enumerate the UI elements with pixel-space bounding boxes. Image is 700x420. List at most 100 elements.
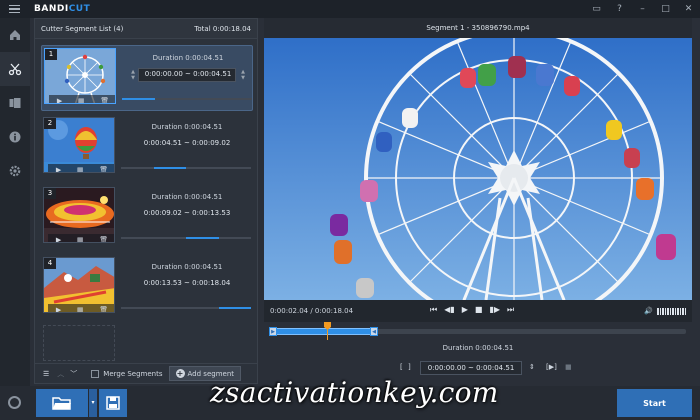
prev-frame-icon[interactable]: ◀▮ [444, 305, 455, 315]
bandicut-window: BANDICUT ▭ ? – □ ✕ Cutter Segment List (… [0, 0, 700, 420]
playback-controls: 0:00:02.04 / 0:00:18.04 ⏮ ◀▮ ▶ ■ ▮▶ ⏭ 🔊 [264, 300, 692, 322]
skip-to-end-icon[interactable]: ⏭ [507, 305, 514, 315]
delete-icon[interactable]: 🗑 [100, 97, 109, 103]
segment-range: 0:00:13.53 ~ 0:00:18.04 [143, 279, 231, 287]
sidebar-item-home[interactable] [0, 18, 30, 52]
close-icon[interactable]: ✕ [677, 0, 700, 18]
segment-thumbnail[interactable]: 3 ▶ ▦ 🗑 [43, 187, 115, 243]
split-icon[interactable]: ■ [565, 363, 572, 371]
end-handle[interactable]: ◀ [370, 327, 378, 336]
sidebar [0, 18, 30, 420]
selected-duration: Duration 0:00:04.51 [442, 344, 514, 352]
sidebar-item-joiner[interactable] [0, 86, 30, 120]
segment-thumbnail[interactable]: 1 ▶ ▦ 🗑 [44, 48, 116, 104]
segment-item-1[interactable]: 1 ▶ ▦ 🗑 Duration 0:00:04.51 ▲ ▼ 0:00:00.00 … [41, 45, 253, 111]
segment-item-3[interactable]: 3 ▶ ▦ 🗑 Duration 0:00:04.51 0:00:09.02 ~ 0… [41, 185, 253, 251]
info-icon [9, 131, 21, 143]
video-title: Segment 1 - 350896790.mp4 [426, 24, 530, 32]
save-button[interactable] [99, 389, 127, 417]
volume-icon[interactable]: 🔊 [644, 307, 653, 315]
end-spinner[interactable]: ▲ ▼ [238, 68, 248, 82]
segment-range: 0:00:09.02 ~ 0:00:13.53 [143, 209, 231, 217]
delete-icon[interactable]: 🗑 [99, 306, 108, 312]
sidebar-item-settings[interactable] [0, 154, 30, 188]
menu-icon[interactable] [0, 0, 28, 18]
play-icon[interactable]: ▶ [462, 305, 468, 315]
save-icon [106, 396, 120, 410]
stop-icon[interactable]: ■ [475, 305, 483, 315]
segment-number: 4 [44, 258, 56, 269]
open-folder-icon [52, 397, 71, 410]
segment-position-fill [153, 167, 186, 169]
segment-item-4[interactable]: 4 ▶ ▦ 🗑 Duration 0:00:04.51 0:00:13.53 ~ 0… [41, 255, 253, 321]
segment-position-bar [122, 98, 252, 100]
video-title-bar: Segment 1 - 350896790.mp4 [264, 18, 692, 38]
total-duration: Total 0:00:18.04 [194, 24, 251, 33]
grid-icon[interactable]: ▦ [77, 306, 84, 312]
set-start-bracket-icon[interactable]: [ [400, 363, 403, 371]
segment-list-title: Cutter Segment List (4) [41, 24, 124, 33]
merge-segments-checkbox[interactable] [91, 369, 100, 378]
segment-range-editor[interactable]: 0:00:00.00 ~ 0:00:04.51 [420, 361, 522, 375]
segment-thumbnail[interactable]: 2 ▶ ▦ 🗑 [43, 117, 115, 173]
segment-number: 3 [44, 188, 56, 199]
set-start-icon[interactable]: ] [408, 363, 411, 371]
grid-icon[interactable]: ▦ [77, 166, 84, 172]
delete-icon[interactable]: 🗑 [99, 166, 108, 172]
list-view-icon[interactable]: ☰ [43, 370, 49, 378]
play-icon[interactable]: ▶ [56, 306, 61, 312]
play-icon[interactable]: ▶ [56, 236, 61, 242]
watermark: zsactivationkey.com [210, 376, 499, 409]
grid-icon[interactable]: ▦ [77, 236, 84, 242]
timecode: 0:00:02.04 / 0:00:18.04 [270, 307, 354, 315]
segment-position-fill [186, 237, 219, 239]
grid-icon[interactable]: ▦ [78, 97, 85, 103]
play-icon[interactable]: ▶ [56, 166, 61, 172]
segment-number: 1 [45, 49, 57, 60]
title-bar: BANDICUT ▭ ? – □ ✕ [0, 0, 700, 18]
segment-list-panel: Cutter Segment List (4) Total 0:00:18.04… [34, 18, 258, 384]
volume-slider[interactable] [657, 307, 686, 315]
delete-icon[interactable]: 🗑 [99, 236, 108, 242]
home-icon [10, 30, 20, 40]
joiner-icon [9, 98, 21, 108]
segment-duration: Duration 0:00:04.51 [151, 123, 223, 131]
help-icon[interactable]: ? [608, 0, 631, 18]
set-end-icon[interactable]: [▶] [546, 363, 557, 371]
segment-item-2[interactable]: 2 ▶ ▦ 🗑 Duration 0:00:04.51 0:00:04.51 ~ 0… [41, 115, 253, 181]
move-down-icon[interactable]: ﹀ [70, 369, 77, 379]
play-icon[interactable]: ▶ [57, 97, 62, 103]
video-preview[interactable] [264, 38, 692, 300]
record-icon[interactable] [8, 396, 21, 409]
segment-duration: Duration 0:00:04.51 [152, 54, 224, 62]
segment-duration: Duration 0:00:04.51 [151, 263, 223, 271]
maximize-icon[interactable]: □ [654, 0, 677, 18]
segment-position-bar [121, 167, 251, 169]
segment-position-fill [122, 98, 155, 100]
cutter-icon [8, 63, 22, 76]
move-up-icon[interactable]: ︿ [57, 369, 64, 379]
sidebar-item-cutter[interactable] [0, 52, 30, 86]
gear-icon [9, 165, 21, 177]
skip-to-start-icon[interactable]: ⏮ [430, 305, 437, 315]
start-handle[interactable]: ▶ [269, 327, 277, 336]
start-button[interactable]: Start [617, 389, 692, 417]
segment-position-bar [121, 237, 251, 239]
segment-position-bar [121, 307, 251, 309]
range-spinner-icon[interactable]: ⇕ [529, 363, 535, 371]
merge-segments-label: Merge Segments [103, 369, 163, 378]
segment-list-header: Cutter Segment List (4) Total 0:00:18.04 [35, 19, 257, 39]
segment-position-fill [218, 307, 251, 309]
open-file-button[interactable] [36, 389, 88, 417]
timeline[interactable]: ▶ ◀ [264, 322, 692, 340]
segment-thumbnail[interactable]: 4 ▶ ▦ 🗑 [43, 257, 115, 313]
app-logo: BANDICUT [34, 4, 91, 14]
minimize-icon[interactable]: – [631, 0, 654, 18]
sidebar-item-info[interactable] [0, 120, 30, 154]
segment-range: 0:00:04.51 ~ 0:00:09.02 [143, 139, 231, 147]
playhead-marker[interactable] [324, 322, 332, 340]
folder-icon[interactable]: ▭ [585, 0, 608, 18]
next-frame-icon[interactable]: ▮▶ [489, 305, 500, 315]
empty-segment-slot [43, 325, 115, 361]
open-dropdown-button[interactable]: ▾ [89, 389, 97, 417]
